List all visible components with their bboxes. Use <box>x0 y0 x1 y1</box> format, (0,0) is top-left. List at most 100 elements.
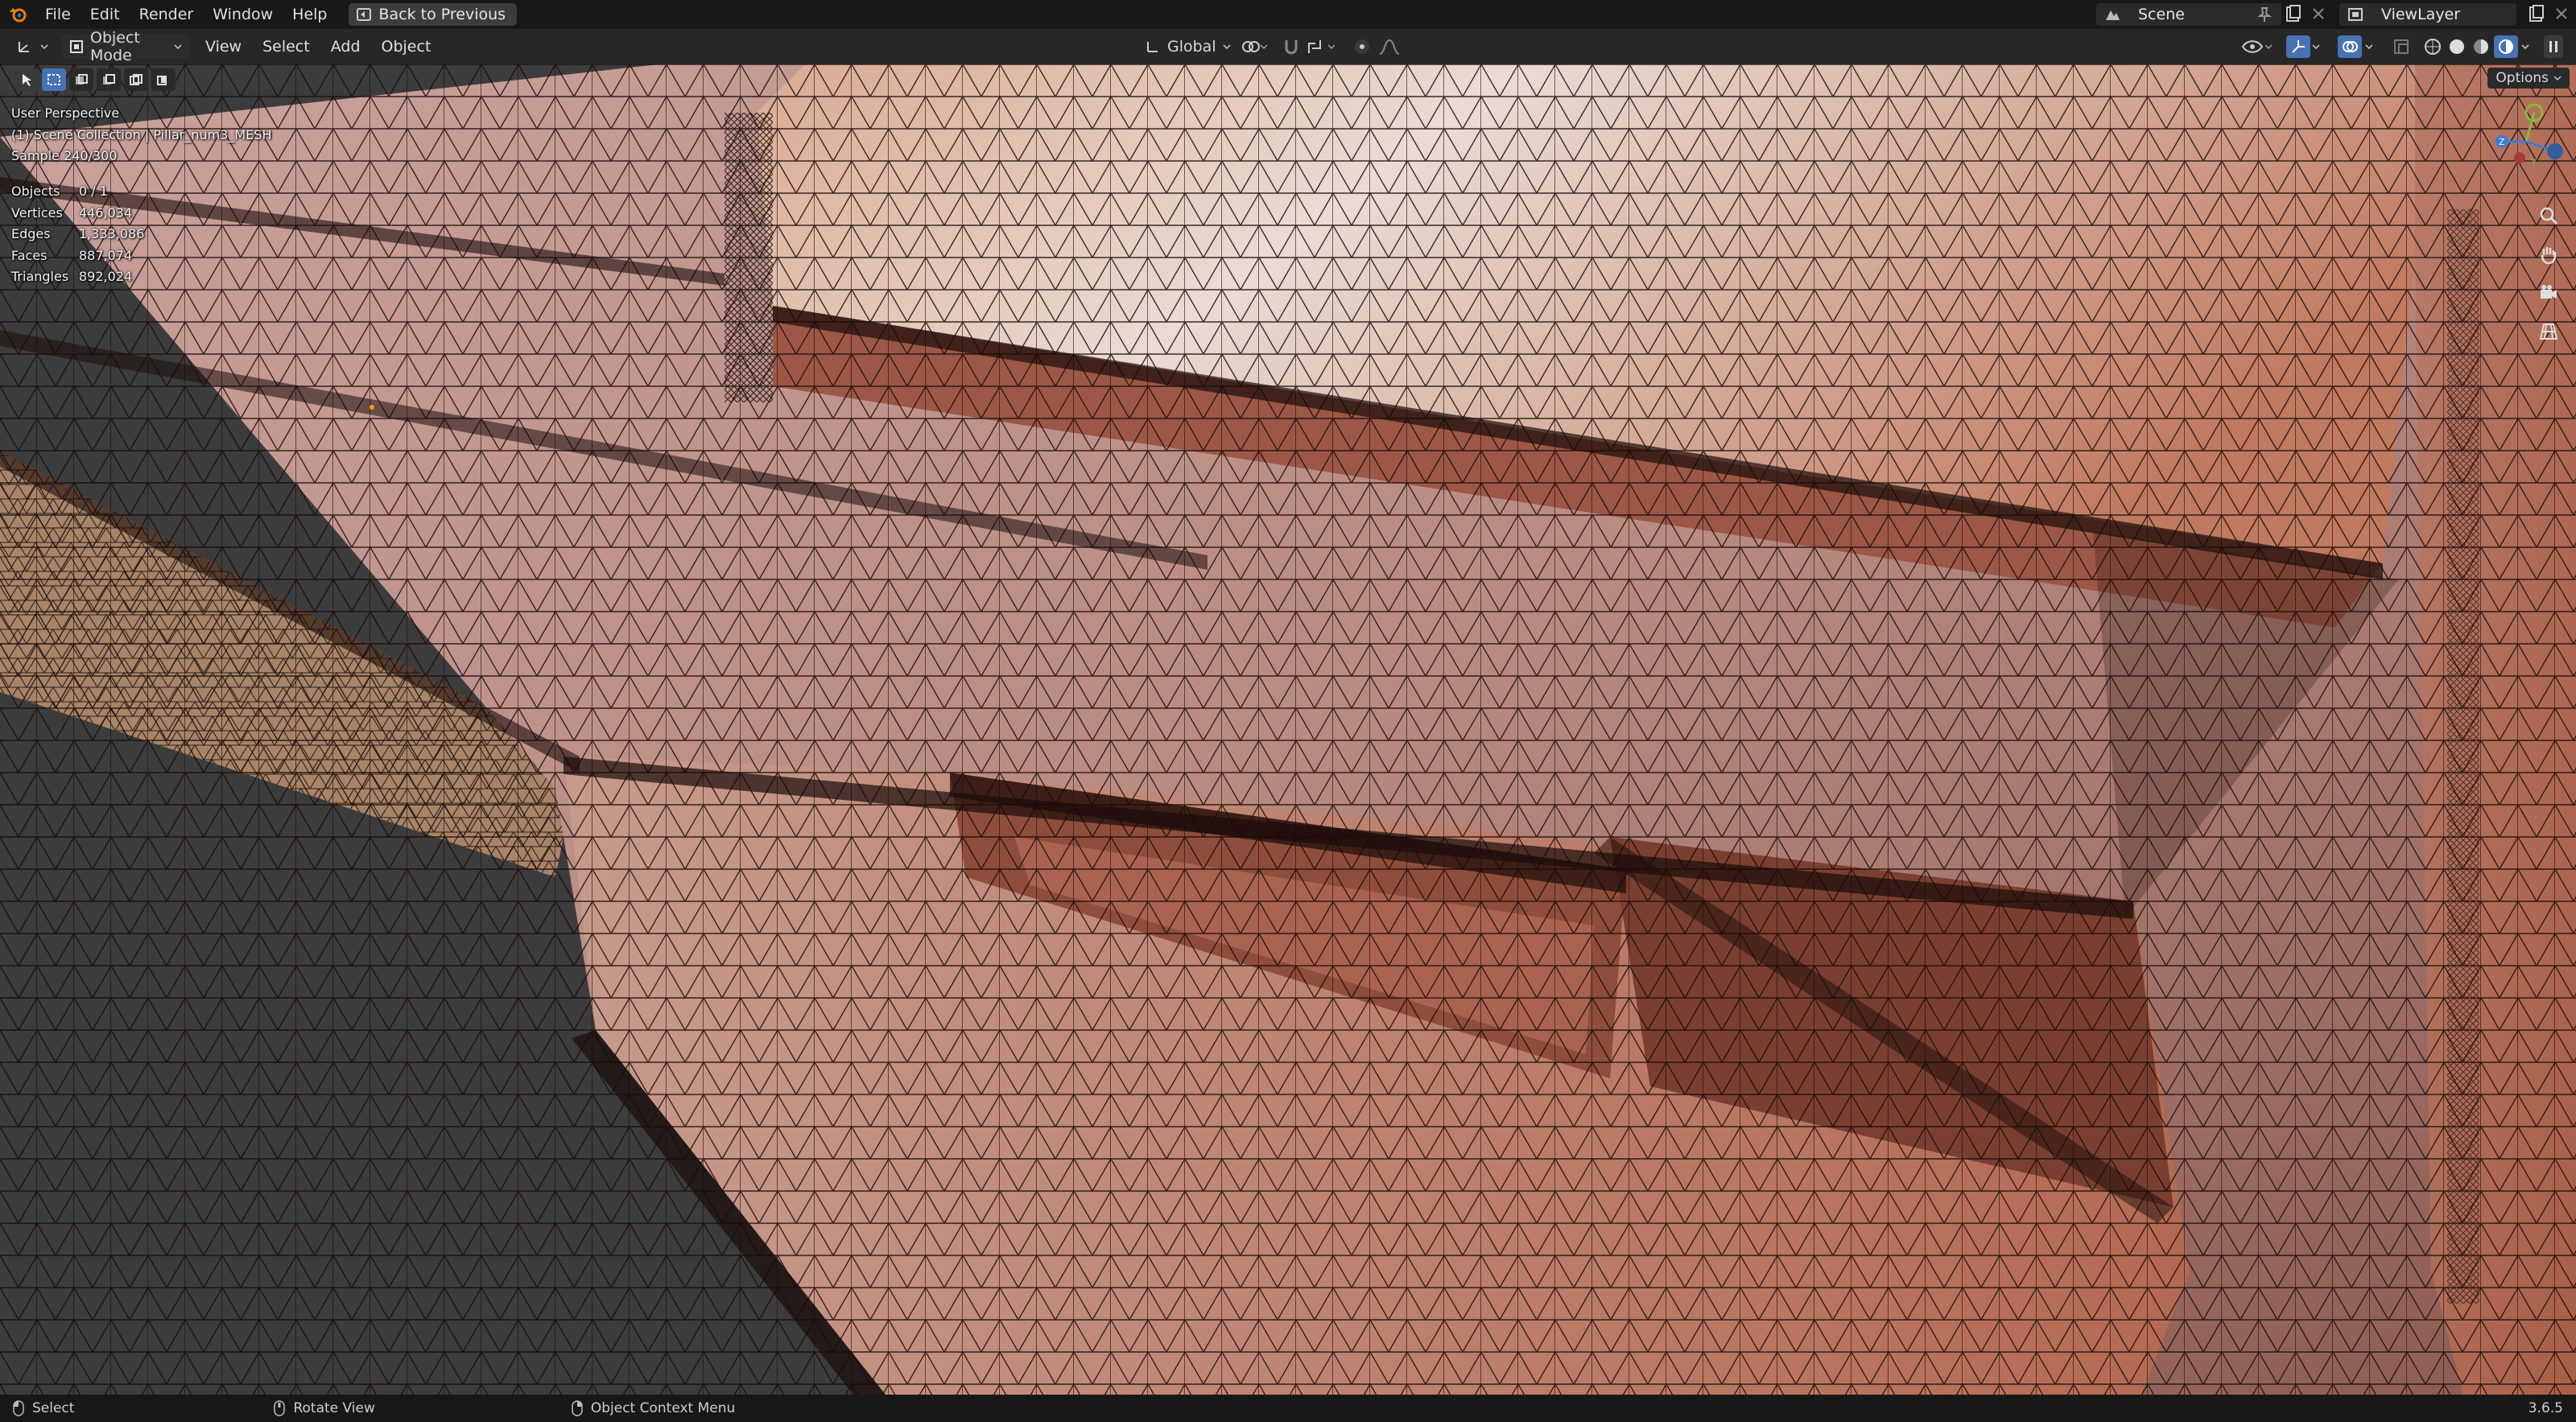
new-view-layer-icon[interactable] <box>2528 5 2545 24</box>
xray-toggle-icon[interactable] <box>2392 38 2410 56</box>
viewport-info: User Perspective (1) Scene Collection | … <box>11 103 271 167</box>
rendered-shading-icon[interactable] <box>2494 35 2518 58</box>
scene-name: Scene <box>2138 6 2185 23</box>
wireframe-shading-icon[interactable] <box>2423 37 2442 56</box>
stat-label: Triangles <box>11 269 69 284</box>
stat-label: Vertices <box>11 204 63 221</box>
visibility-icon[interactable] <box>2241 37 2273 56</box>
stat-value: 446,034 <box>79 204 133 221</box>
stat-value: 0 / 1 <box>79 183 108 199</box>
menu-help[interactable]: Help <box>283 0 336 29</box>
mouse-right-icon <box>572 1400 583 1416</box>
perspective-toggle-button[interactable] <box>2534 317 2563 346</box>
view-layer-selector[interactable]: ViewLayer <box>2339 3 2516 26</box>
navigation-controls <box>2534 201 2563 346</box>
stat-value: 1,333,086 <box>79 226 145 241</box>
view-name: User Perspective <box>11 105 120 121</box>
stat-row: Triangles 892,024 <box>11 266 144 288</box>
select-intersect-icon <box>156 73 171 86</box>
chevron-down-icon[interactable] <box>2521 43 2529 50</box>
menu-select[interactable]: Select <box>252 38 320 56</box>
menu-add[interactable]: Add <box>320 38 371 56</box>
menu-object[interactable]: Object <box>371 38 442 56</box>
3d-viewport[interactable]: X Y Z <box>0 64 2576 1395</box>
select-invert-icon <box>129 73 143 86</box>
select-tool-button[interactable] <box>14 68 39 91</box>
select-tool-row <box>14 68 175 92</box>
pan-button[interactable] <box>2534 240 2563 269</box>
screen-back-icon <box>356 8 371 21</box>
chevron-down-icon[interactable] <box>2312 43 2320 50</box>
stat-row: Edges 1,333,086 <box>11 224 144 245</box>
select-intersect-button[interactable] <box>151 68 175 91</box>
menu-edit[interactable]: Edit <box>80 0 130 29</box>
object-mode-icon <box>69 39 84 54</box>
stat-value: 887,074 <box>79 247 133 263</box>
mode-dropdown[interactable]: Object Mode <box>61 29 190 64</box>
pivot-icon[interactable] <box>1240 39 1267 55</box>
select-extend-button[interactable] <box>69 68 93 91</box>
menu-window[interactable]: Window <box>203 0 283 29</box>
viewport-header: Object Mode View Select Add Object Globa… <box>0 29 2576 64</box>
solid-shading-icon[interactable] <box>2447 37 2467 56</box>
version-label: 3.6.5 <box>2528 1400 2563 1416</box>
top-bar: File Edit Render Window Help Back to Pre… <box>0 0 2576 29</box>
snap-icon[interactable] <box>1282 37 1301 56</box>
stat-row: Objects 0 / 1 <box>11 181 144 203</box>
zoom-button[interactable] <box>2534 201 2563 230</box>
transform-orientation-dropdown[interactable]: Global <box>1137 35 1239 59</box>
gizmo-toggle-icon[interactable] <box>2286 35 2310 58</box>
back-to-previous-button[interactable]: Back to Previous <box>348 3 518 26</box>
chevron-down-icon <box>2553 75 2562 81</box>
scene-statistics: Objects 0 / 1 Vertices 446,034 Edges 1,333,… <box>11 181 144 288</box>
stat-label: Edges <box>11 226 51 241</box>
proportional-edit-icon[interactable] <box>1352 37 1372 56</box>
view-layer-name: ViewLayer <box>2381 6 2461 23</box>
gizmo-neg-x-axis[interactable] <box>2514 152 2525 163</box>
camera-view-button[interactable] <box>2534 278 2563 307</box>
hand-icon <box>2538 244 2559 265</box>
pin-icon[interactable] <box>2257 6 2272 23</box>
delete-scene-icon[interactable] <box>2310 6 2326 22</box>
options-button[interactable]: Options <box>2487 68 2570 89</box>
select-extend-icon <box>74 73 89 86</box>
chevron-down-icon <box>174 43 182 50</box>
snap-target-icon[interactable] <box>1306 37 1338 56</box>
overlays-toggle-icon[interactable] <box>2338 35 2362 58</box>
orientation-label: Global <box>1167 38 1216 56</box>
scene-selector[interactable]: Scene <box>2096 3 2281 26</box>
falloff-icon[interactable] <box>1378 38 1401 56</box>
stat-value: 892,024 <box>79 269 133 284</box>
collection-line: (1) Scene Collection | Pillar_num3_MESH <box>11 126 272 142</box>
chevron-down-icon[interactable] <box>2365 43 2373 50</box>
chevron-down-icon <box>40 43 48 50</box>
navigation-gizmo[interactable]: X Y Z <box>2486 101 2566 182</box>
menu-file[interactable]: File <box>35 0 80 29</box>
status-select-label: Select <box>32 1400 75 1416</box>
status-rotate-label: Rotate View <box>293 1400 375 1416</box>
menu-view[interactable]: View <box>195 38 252 56</box>
stat-row: Vertices 446,034 <box>11 203 144 225</box>
mode-label: Object Mode <box>90 29 140 64</box>
status-context-label: Object Context Menu <box>590 1400 736 1416</box>
delete-view-layer-icon[interactable] <box>2553 6 2570 22</box>
mesh-render <box>0 64 2576 1395</box>
gizmo-x-label: X <box>2545 109 2552 120</box>
camera-icon <box>2538 282 2559 303</box>
gizmo-z-label: Z <box>2499 137 2505 147</box>
cursor-icon <box>20 72 33 87</box>
select-subtract-icon <box>101 73 116 86</box>
stat-row: Faces 887,074 <box>11 245 144 267</box>
select-subtract-button[interactable] <box>97 68 121 91</box>
blender-logo-icon[interactable] <box>0 0 35 29</box>
select-new-button[interactable] <box>42 68 66 91</box>
select-invert-button[interactable] <box>124 68 148 91</box>
pause-render-icon[interactable] <box>2544 35 2563 58</box>
gizmo-neg-z-axis[interactable] <box>2547 143 2563 159</box>
stat-label: Objects <box>11 183 60 199</box>
gizmo-y-label: Y <box>2530 157 2537 168</box>
material-shading-icon[interactable] <box>2471 37 2491 56</box>
menu-render[interactable]: Render <box>130 0 204 29</box>
new-scene-icon[interactable] <box>2285 5 2302 24</box>
editor-type-dropdown[interactable] <box>8 35 56 59</box>
